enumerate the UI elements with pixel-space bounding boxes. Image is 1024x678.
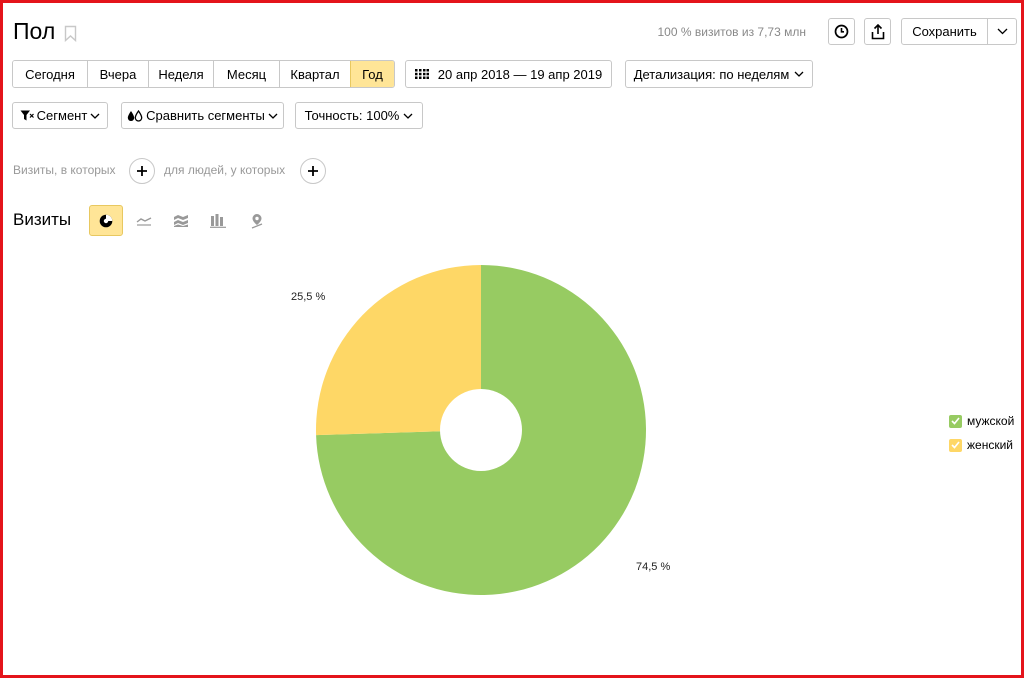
date-range-picker[interactable]: 20 апр 2018 — 19 апр 2019 — [405, 60, 612, 88]
save-button[interactable]: Сохранить — [901, 18, 1017, 45]
line-chart-button[interactable] — [127, 205, 161, 236]
filter-icon — [20, 110, 34, 121]
period-week[interactable]: Неделя — [148, 61, 213, 87]
line-chart-icon — [136, 216, 152, 226]
period-yesterday[interactable]: Вчера — [87, 61, 148, 87]
metric-label: Визиты — [13, 210, 72, 229]
area-chart-icon — [174, 214, 188, 227]
map-chart-button[interactable] — [240, 205, 274, 236]
chevron-down-icon — [90, 113, 100, 119]
pie-chart-icon — [99, 214, 113, 227]
legend-checkbox-female[interactable] — [949, 438, 962, 452]
chevron-down-icon — [403, 113, 413, 119]
compare-segments-label: Сравнить сегменты — [146, 108, 265, 123]
check-icon — [951, 441, 960, 449]
legend-checkbox-male[interactable] — [949, 414, 962, 428]
legend-label-male: мужской — [967, 414, 1015, 428]
visits-condition-label: Визиты, в которых — [13, 163, 116, 177]
pie-chart — [316, 265, 646, 595]
detalization-dropdown[interactable]: Детализация: по неделям — [625, 60, 813, 88]
chevron-down-icon — [794, 71, 804, 77]
check-icon — [951, 417, 960, 425]
area-chart-button[interactable] — [164, 205, 198, 236]
slice-label-female: 25,5 % — [291, 291, 326, 303]
segment-label: Сегмент — [36, 108, 88, 123]
segment-button[interactable]: Сегмент — [12, 102, 108, 129]
chevron-down-icon — [268, 113, 278, 119]
people-condition-label: для людей, у которых — [164, 163, 286, 177]
legend-item-male[interactable]: мужской — [949, 414, 1014, 428]
slice-label-male: 74,5 % — [636, 561, 671, 573]
period-today[interactable]: Сегодня — [13, 61, 87, 87]
history-button[interactable] — [828, 18, 855, 45]
legend-item-female[interactable]: женский — [949, 438, 1013, 452]
period-month[interactable]: Месяц — [213, 61, 279, 87]
accuracy-dropdown[interactable]: Точность: 100% — [295, 102, 423, 129]
period-quarter[interactable]: Квартал — [279, 61, 350, 87]
upload-icon — [871, 23, 884, 39]
add-visit-condition-button[interactable] — [129, 158, 155, 184]
visits-summary: 100 % визитов из 7,73 млн — [657, 25, 807, 39]
map-pin-icon — [251, 213, 263, 229]
period-year[interactable]: Год — [350, 61, 394, 87]
donut-hole — [440, 389, 522, 471]
save-dropdown-button[interactable] — [988, 19, 1016, 44]
compare-segments-button[interactable]: Сравнить сегменты — [121, 102, 284, 129]
date-range-label: 20 апр 2018 — 19 апр 2019 — [437, 66, 603, 82]
export-button[interactable] — [864, 18, 891, 45]
add-people-condition-button[interactable] — [300, 158, 326, 184]
detalization-label: Детализация: по неделям — [633, 66, 790, 82]
calendar-grid-icon — [414, 69, 429, 79]
plus-icon — [137, 166, 147, 176]
legend-label-female: женский — [967, 438, 1013, 452]
save-button-label: Сохранить — [902, 19, 988, 44]
pie-chart-button[interactable] — [89, 205, 123, 236]
page-title: Пол — [13, 18, 56, 44]
clock-icon — [834, 24, 849, 39]
period-selector: Сегодня Вчера Неделя Месяц Квартал Год — [12, 60, 395, 88]
bar-chart-button[interactable] — [201, 205, 235, 236]
bar-chart-icon — [210, 214, 226, 228]
accuracy-label: Точность: 100% — [304, 108, 400, 123]
drops-icon — [127, 109, 143, 122]
chevron-down-icon — [997, 28, 1007, 35]
bookmark-icon[interactable] — [64, 25, 77, 42]
plus-icon — [308, 166, 318, 176]
